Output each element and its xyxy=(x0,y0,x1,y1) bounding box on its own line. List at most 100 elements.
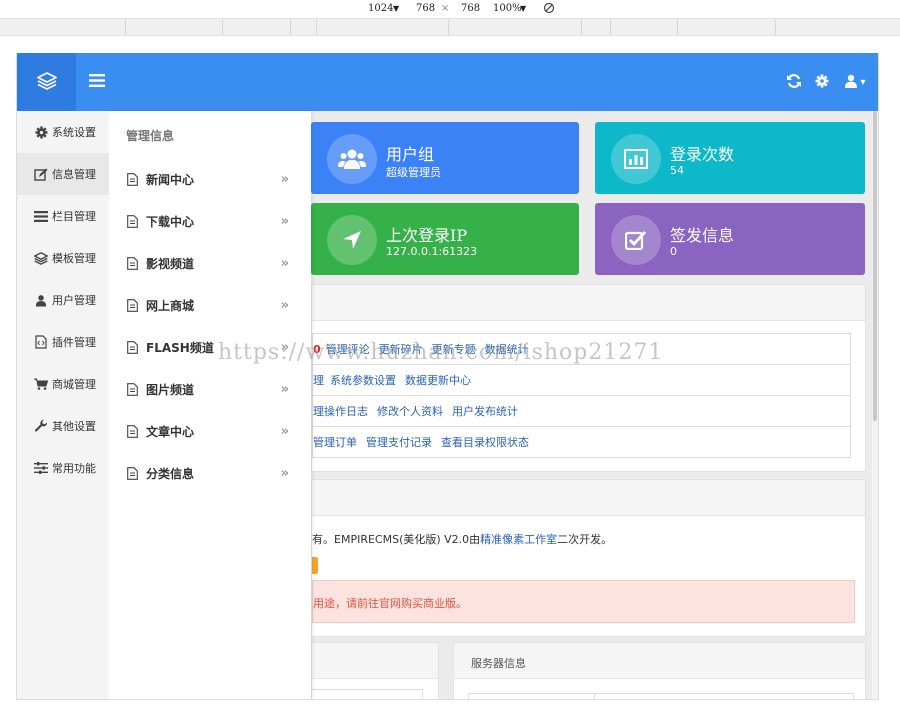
double-chevron-icon: » xyxy=(280,423,289,439)
left-bottom-panel xyxy=(311,642,439,699)
double-chevron-icon: » xyxy=(280,255,289,271)
submenu-item-shop[interactable]: 网上商城 » xyxy=(109,284,311,326)
submenu-item-label: 下载中心 xyxy=(146,214,195,229)
orange-button[interactable] xyxy=(312,557,318,574)
zoom-level[interactable]: 100% xyxy=(493,3,522,14)
wrench-icon xyxy=(33,418,49,434)
link-manage-orders[interactable]: 管理订单 xyxy=(313,434,357,450)
submenu-item-news[interactable]: 新闻中心 » xyxy=(109,158,311,200)
sidebar-item-label: 栏目管理 xyxy=(52,210,96,223)
sliders-icon xyxy=(33,460,49,476)
list-icon xyxy=(33,208,49,224)
server-info-panel: 服务器信息 xyxy=(453,642,866,699)
file-text-icon xyxy=(127,172,139,186)
copyright-panel: 有。EMPIRECMS(美化版) V2.0由精准像素工作室二次开发。 用途，请前… xyxy=(311,479,866,637)
submenu-item-pictures[interactable]: 图片频道 » xyxy=(109,368,311,410)
card-title: 用户组 xyxy=(386,145,435,164)
sidebar-item-label: 信息管理 xyxy=(52,168,96,181)
caret-down-icon: ▾ xyxy=(860,76,866,88)
check-square-icon xyxy=(611,215,661,265)
users-icon xyxy=(327,134,377,184)
panel-header: 服务器信息 xyxy=(454,643,865,679)
link-edit-profile[interactable]: 修改个人资料 xyxy=(377,403,443,419)
double-chevron-icon: » xyxy=(280,213,289,229)
file-text-icon xyxy=(127,466,139,480)
sidebar-item-user-management[interactable]: 用户管理 xyxy=(17,279,109,321)
link-partial[interactable]: 理 xyxy=(313,372,324,388)
submenu-item-label: 图片频道 xyxy=(146,382,195,397)
scrollbar-thumb[interactable] xyxy=(873,111,877,421)
gear-icon xyxy=(33,124,49,140)
link-operation-log[interactable]: 理操作日志 xyxy=(313,403,368,419)
card-pending-info: 签发信息 0 xyxy=(595,203,865,275)
submenu-item-articles[interactable]: 文章中心 » xyxy=(109,410,311,452)
rotate-icon[interactable] xyxy=(543,2,555,17)
card-value: 54 xyxy=(670,164,684,177)
card-title: 签发信息 xyxy=(670,226,735,245)
device-height[interactable]: 768 xyxy=(416,3,435,14)
submenu-item-label: 分类信息 xyxy=(146,466,195,481)
warning-text: 用途，请前往官网购买商业版。 xyxy=(313,597,467,610)
sidebar-item-shop-management[interactable]: 商城管理 xyxy=(17,363,109,405)
submenu-item-classifieds[interactable]: 分类信息 » xyxy=(109,452,311,494)
submenu-item-label: 新闻中心 xyxy=(146,172,195,187)
info-management-submenu: 管理信息 新闻中心 » 下载中心 » 影视频道 » 网上商城 » FLASH频道… xyxy=(109,111,311,699)
link-user-publish-stats[interactable]: 用户发布统计 xyxy=(452,403,518,419)
device-width[interactable]: 1024 xyxy=(368,3,393,14)
device-height-value[interactable]: 768 xyxy=(461,3,480,14)
refresh-button[interactable] xyxy=(784,72,804,92)
submenu-item-label: FLASH频道 xyxy=(146,340,214,355)
card-value: 127.0.0.1:61323 xyxy=(386,245,478,258)
panel-header xyxy=(312,285,865,321)
zoom-dropdown-arrow[interactable]: ▼ xyxy=(520,4,526,13)
file-text-icon xyxy=(127,382,139,396)
link-directory-permissions[interactable]: 查看目录权限状态 xyxy=(441,434,529,450)
code-file-icon xyxy=(33,334,49,350)
double-chevron-icon: » xyxy=(280,465,289,481)
watermark-text: https://www.huzhan.com/ishop21271 xyxy=(218,340,664,365)
settings-button[interactable] xyxy=(812,72,832,92)
card-title: 登录次数 xyxy=(670,145,735,164)
sidebar-item-label: 用户管理 xyxy=(52,294,96,307)
submenu-item-label: 影视频道 xyxy=(146,256,195,271)
cart-icon xyxy=(33,376,49,392)
app-frame: ▾ 系统设置 信息管理 栏目管理 模板管理 用户管理 插件管理 商城管理 其他设… xyxy=(16,53,879,700)
top-navbar: ▾ xyxy=(17,53,878,111)
double-chevron-icon: » xyxy=(280,171,289,187)
width-dropdown-arrow[interactable]: ▼ xyxy=(393,4,399,13)
submenu-item-download[interactable]: 下载中心 » xyxy=(109,200,311,242)
sidebar-item-system-settings[interactable]: 系统设置 xyxy=(17,111,109,153)
studio-link[interactable]: 精准像素工作室 xyxy=(480,533,557,546)
sidebar-toggle-button[interactable] xyxy=(87,72,107,92)
sidebar-item-label: 常用功能 xyxy=(52,462,96,475)
submenu-item-video[interactable]: 影视频道 » xyxy=(109,242,311,284)
logo-button[interactable] xyxy=(17,53,76,111)
link-data-update-center[interactable]: 数据更新中心 xyxy=(405,372,471,388)
table-row: 理 系统参数设置 数据更新中心 xyxy=(313,365,850,396)
copyright-suffix: 二次开发。 xyxy=(557,533,613,546)
sidebar-item-column-management[interactable]: 栏目管理 xyxy=(17,195,109,237)
user-icon xyxy=(844,74,858,91)
sidebar: 系统设置 信息管理 栏目管理 模板管理 用户管理 插件管理 商城管理 其他设置 xyxy=(17,111,109,699)
layers-icon xyxy=(36,71,57,93)
panel-header xyxy=(312,480,865,516)
vertical-scrollbar[interactable] xyxy=(872,111,878,699)
sidebar-item-other-settings[interactable]: 其他设置 xyxy=(17,405,109,447)
info-table xyxy=(312,689,423,699)
link-payment-records[interactable]: 管理支付记录 xyxy=(366,434,432,450)
double-chevron-icon: » xyxy=(280,297,289,313)
user-menu-button[interactable]: ▾ xyxy=(841,72,869,92)
card-title: 上次登录IP xyxy=(386,226,468,245)
sidebar-item-plugin-management[interactable]: 插件管理 xyxy=(17,321,109,363)
sidebar-item-label: 其他设置 xyxy=(52,420,96,433)
file-text-icon xyxy=(127,214,139,228)
device-ruler xyxy=(0,18,900,36)
link-system-params[interactable]: 系统参数设置 xyxy=(330,372,396,388)
sidebar-item-template-management[interactable]: 模板管理 xyxy=(17,237,109,279)
submenu-title: 管理信息 xyxy=(126,129,175,143)
device-toolbar: 1024 ▼ 768 × 768 100% ▼ xyxy=(0,0,900,18)
sidebar-item-common-functions[interactable]: 常用功能 xyxy=(17,447,109,489)
double-chevron-icon: » xyxy=(280,381,289,397)
sidebar-item-info-management[interactable]: 信息管理 xyxy=(17,153,109,195)
panel-title: 服务器信息 xyxy=(471,657,526,670)
